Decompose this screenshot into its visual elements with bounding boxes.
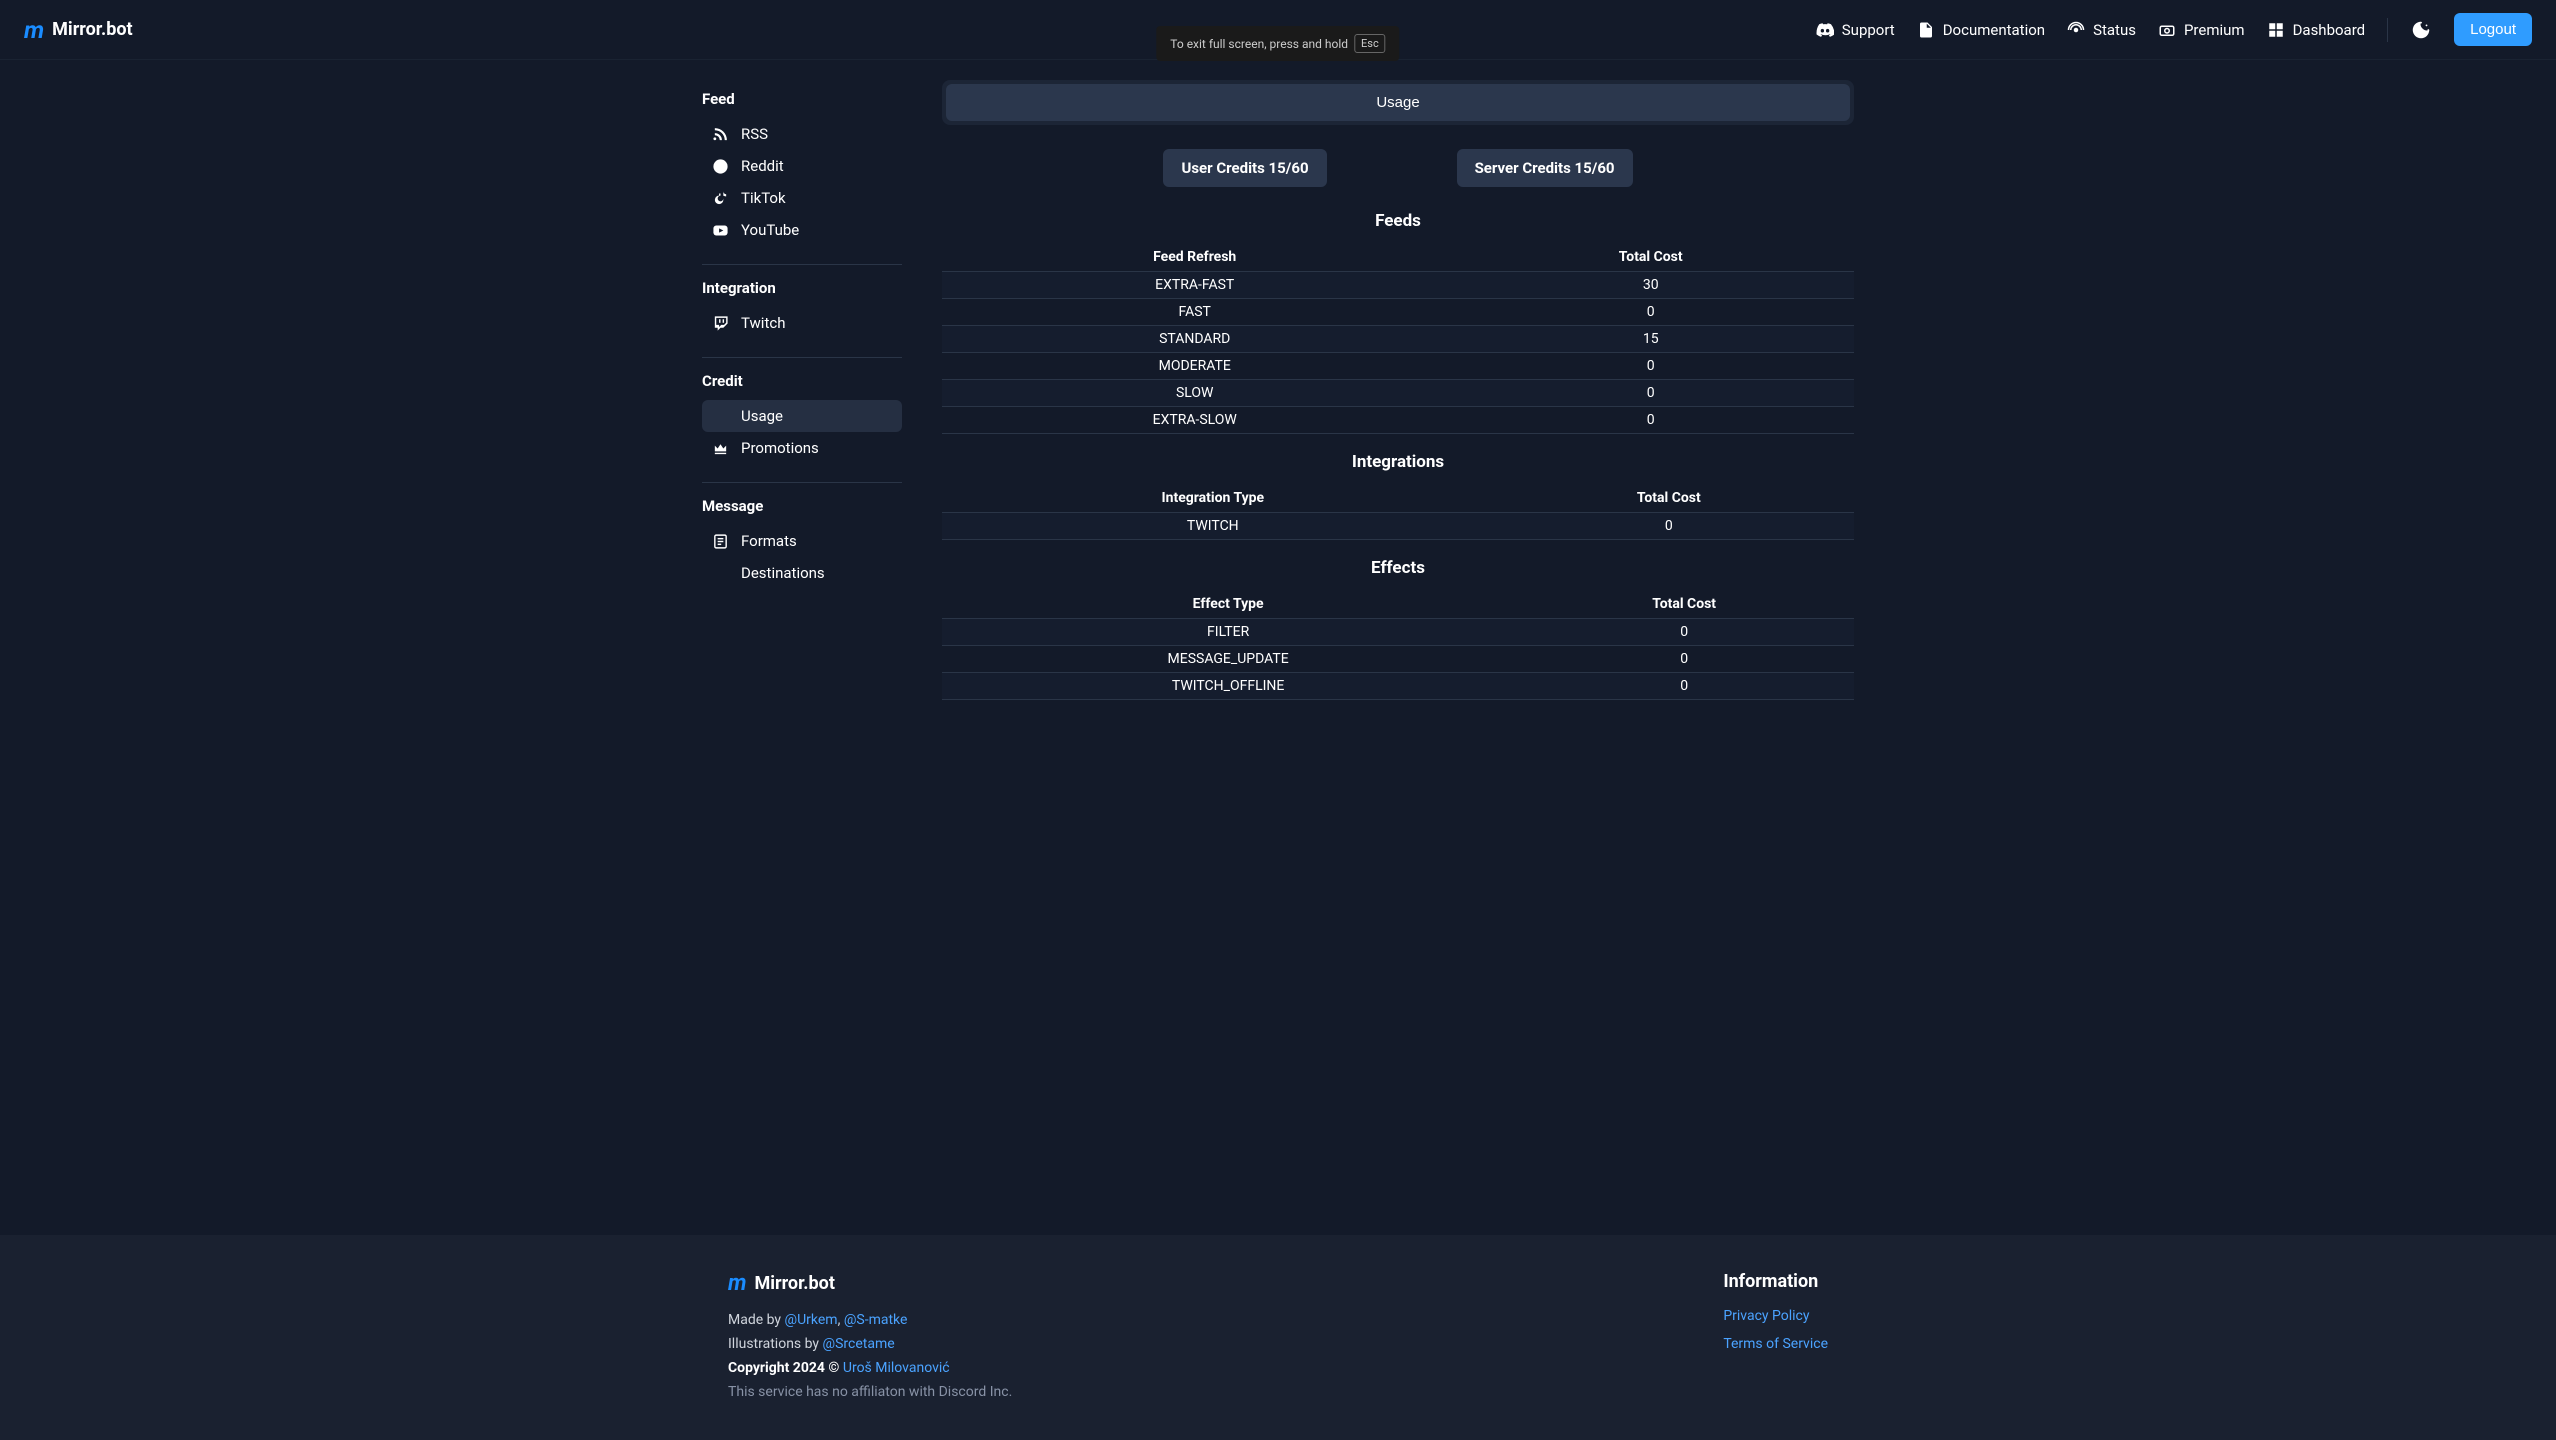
table-header: Total Cost [1484, 484, 1854, 513]
destinations-icon [712, 565, 729, 582]
table-row: FAST0 [942, 299, 1854, 326]
main-container: Feed RSS Reddit TikTok YouTube Integrati… [678, 60, 1878, 1235]
footer-link-srcetame[interactable]: @Srcetame [823, 1336, 895, 1352]
footer-logo[interactable]: m Mirror.bot [728, 1271, 1012, 1296]
logo-icon: m [24, 16, 42, 44]
table-header: Total Cost [1447, 243, 1854, 272]
sidebar-item-formats[interactable]: Formats [702, 525, 902, 557]
table-row: TWITCH_OFFLINE0 [942, 673, 1854, 700]
table-row: EXTRA-FAST30 [942, 272, 1854, 299]
nav-divider [2387, 18, 2388, 42]
table-row: EXTRA-SLOW0 [942, 407, 1854, 434]
table-header: Feed Refresh [942, 243, 1447, 272]
premium-icon [2158, 21, 2176, 39]
formats-icon [712, 533, 729, 550]
nav-premium[interactable]: Premium [2158, 21, 2245, 39]
table-header: Total Cost [1514, 590, 1854, 619]
table-header: Effect Type [942, 590, 1514, 619]
usage-icon [712, 408, 729, 425]
footer-disclaimer: This service has no affiliaton with Disc… [728, 1384, 1012, 1400]
rss-icon [712, 126, 729, 143]
data-table: Feed RefreshTotal CostEXTRA-FAST30FAST0S… [942, 243, 1854, 434]
footer-link-urkem[interactable]: @Urkem [785, 1312, 838, 1328]
tab-usage[interactable]: Usage [946, 84, 1850, 121]
footer-link-copyright[interactable]: Uroš Milovanović [843, 1360, 950, 1376]
table-row: MESSAGE_UPDATE0 [942, 646, 1854, 673]
header-nav: Support Documentation Status Premium Das… [1816, 13, 2532, 46]
content: Usage User Credits 15/60 Server Credits … [942, 80, 1854, 1195]
footer-illustrations: Illustrations by @Srcetame [728, 1336, 1012, 1352]
reddit-icon [712, 158, 729, 175]
table-header: Integration Type [942, 484, 1484, 513]
sidebar-item-destinations[interactable]: Destinations [702, 557, 902, 589]
sidebar-section-message: Message Formats Destinations [702, 497, 902, 589]
data-table: Effect TypeTotal CostFILTER0MESSAGE_UPDA… [942, 590, 1854, 700]
twitch-icon [712, 315, 729, 332]
sidebar-item-twitch[interactable]: Twitch [702, 307, 902, 339]
sidebar-item-promotions[interactable]: Promotions [702, 432, 902, 464]
footer-madeby: Made by @Urkem, @S-matke [728, 1312, 1012, 1328]
sidebar-section-integration: Integration Twitch [702, 279, 902, 339]
footer-left: m Mirror.bot Made by @Urkem, @S-matke Il… [728, 1271, 1012, 1400]
logout-button[interactable]: Logout [2454, 13, 2532, 46]
sidebar-item-reddit[interactable]: Reddit [702, 150, 902, 182]
crown-icon [712, 440, 729, 457]
sidebar-item-youtube[interactable]: YouTube [702, 214, 902, 246]
sidebar-item-rss[interactable]: RSS [702, 118, 902, 150]
sidebar-section-feed: Feed RSS Reddit TikTok YouTube [702, 90, 902, 246]
server-credits-badge: Server Credits 15/60 [1457, 149, 1633, 187]
nav-status[interactable]: Status [2067, 21, 2136, 39]
youtube-icon [712, 222, 729, 239]
section-title: Integrations [942, 452, 1854, 472]
section-title: Effects [942, 558, 1854, 578]
footer-link-smatke[interactable]: @S-matke [844, 1312, 908, 1328]
logo-icon: m [728, 1271, 745, 1296]
footer: m Mirror.bot Made by @Urkem, @S-matke Il… [0, 1235, 2556, 1440]
file-icon [1917, 21, 1935, 39]
sidebar: Feed RSS Reddit TikTok YouTube Integrati… [702, 80, 902, 1195]
sidebar-item-usage[interactable]: Usage [702, 400, 902, 432]
dashboard-icon [2267, 21, 2285, 39]
user-credits-badge: User Credits 15/60 [1163, 149, 1326, 187]
table-row: STANDARD15 [942, 326, 1854, 353]
discord-icon [1816, 21, 1834, 39]
footer-info-title: Information [1723, 1271, 1828, 1292]
credit-badges: User Credits 15/60 Server Credits 15/60 [942, 149, 1854, 187]
logo-text: Mirror.bot [52, 19, 132, 40]
esc-key: Esc [1354, 34, 1386, 53]
table-row: MODERATE0 [942, 353, 1854, 380]
signal-icon [2067, 21, 2085, 39]
tables-container: FeedsFeed RefreshTotal CostEXTRA-FAST30F… [942, 211, 1854, 700]
table-row: FILTER0 [942, 619, 1854, 646]
nav-support[interactable]: Support [1816, 21, 1895, 39]
footer-right: Information Privacy Policy Terms of Serv… [1723, 1271, 1828, 1400]
nav-dashboard[interactable]: Dashboard [2267, 21, 2366, 39]
fullscreen-banner: To exit full screen, press and hold Esc [1156, 26, 1399, 61]
section-title: Feeds [942, 211, 1854, 231]
tab-bar: Usage [942, 80, 1854, 125]
sidebar-section-credit: Credit Usage Promotions [702, 372, 902, 464]
sidebar-item-tiktok[interactable]: TikTok [702, 182, 902, 214]
data-table: Integration TypeTotal CostTWITCH0 [942, 484, 1854, 540]
tiktok-icon [712, 190, 729, 207]
table-row: TWITCH0 [942, 513, 1854, 540]
footer-link-tos[interactable]: Terms of Service [1723, 1336, 1828, 1352]
theme-toggle[interactable] [2410, 19, 2432, 41]
theme-icon [2410, 19, 2432, 41]
footer-copyright: Copyright 2024 © Uroš Milovanović [728, 1360, 1012, 1376]
nav-documentation[interactable]: Documentation [1917, 21, 2045, 39]
header-brand[interactable]: m Mirror.bot [24, 16, 133, 44]
table-row: SLOW0 [942, 380, 1854, 407]
footer-link-privacy[interactable]: Privacy Policy [1723, 1308, 1828, 1324]
